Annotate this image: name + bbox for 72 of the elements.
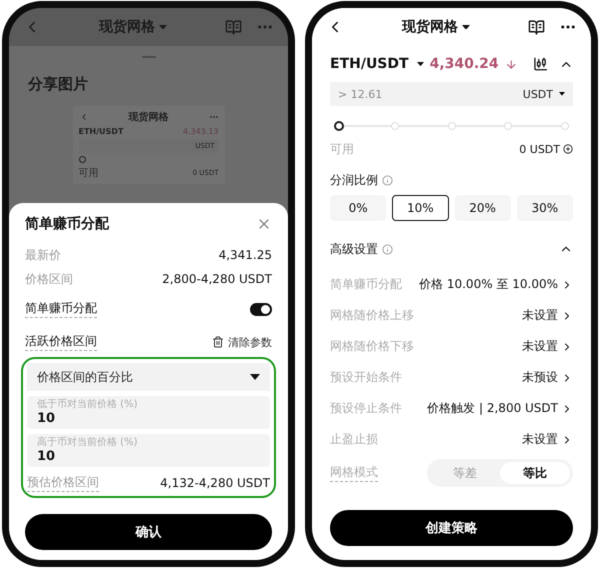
price-text: 4,340.24 <box>430 56 499 72</box>
setting-label: 止盈止损 <box>330 431 378 448</box>
caret-icon <box>462 24 470 30</box>
candlestick-icon[interactable] <box>533 56 549 72</box>
sheet-handle[interactable] <box>142 56 156 58</box>
percent-field[interactable]: 低于币对当前价格 (%) 10 <box>27 396 270 429</box>
setting-label: 网格模式 <box>330 464 378 482</box>
amount-field[interactable]: > 12.61 USDT <box>330 82 573 106</box>
preview-title: 现货网格 <box>128 110 168 124</box>
estimate-value: 4,132-4,280 USDT <box>160 476 270 490</box>
page-title[interactable]: 现货网格 <box>402 18 458 36</box>
ratio-option[interactable]: 20% <box>454 195 511 221</box>
mode-option[interactable]: 等比 <box>500 462 570 484</box>
setting-value[interactable]: 价格触发 | 2,800 USDT <box>427 400 573 417</box>
info-label: 最新价 <box>25 246 61 264</box>
info-value: 2,800-4,280 USDT <box>162 272 272 286</box>
setting-label: 简单赚币分配 <box>330 276 402 293</box>
setting-value[interactable]: 未设置 <box>522 307 573 324</box>
estimate-label: 预估价格区间 <box>27 474 99 492</box>
preview-price: 4,343.13 <box>182 127 218 136</box>
setting-value[interactable]: 价格 10.00% 至 10.00% <box>419 276 573 293</box>
toggle-label: 简单赚币分配 <box>25 300 97 318</box>
percent-field[interactable]: 高于币对当前价格 (%) 10 <box>27 434 270 467</box>
info-value: 4,341.25 <box>218 248 272 262</box>
field-label: 低于币对当前价格 (%) <box>37 399 138 411</box>
trash-icon <box>212 336 224 348</box>
info-icon[interactable] <box>382 174 393 186</box>
section-title: 高级设置 <box>330 240 378 258</box>
caret-icon <box>159 24 167 30</box>
ratio-option[interactable]: 0% <box>330 195 386 221</box>
ratio-option[interactable]: 30% <box>516 195 573 221</box>
slider-stop[interactable] <box>561 122 569 130</box>
clear-button[interactable]: 清除参数 <box>212 334 272 350</box>
down-arrow-icon <box>504 58 518 70</box>
amount-input[interactable]: > 12.61 <box>338 88 517 100</box>
modal-title: 简单赚币分配 <box>25 215 109 233</box>
slider-stop[interactable] <box>448 122 456 130</box>
create-button[interactable]: 创建策略 <box>330 510 573 546</box>
sheet-title: 分享图片 <box>28 75 88 94</box>
section-title: 分润比例 <box>330 172 378 188</box>
setting-value[interactable]: 未预设 <box>522 369 573 386</box>
ratio-option[interactable]: 10% <box>392 195 448 221</box>
slider-thumb[interactable] <box>334 121 344 131</box>
caret-icon <box>250 374 260 380</box>
caret-icon <box>559 92 565 96</box>
preview-slider-thumb <box>78 156 86 163</box>
setting-value[interactable]: 未设置 <box>522 431 573 448</box>
plus-circle-icon[interactable] <box>563 144 573 154</box>
preview-label: 可用 <box>78 167 98 180</box>
field-value: 10 <box>37 449 56 464</box>
info-label: 价格区间 <box>25 270 73 288</box>
setting-label: 网格随价格下移 <box>330 338 414 355</box>
available-value: 0 USDT <box>519 142 573 156</box>
section-label: 活跃价格区间 <box>25 333 97 351</box>
slider-stop[interactable] <box>504 122 512 130</box>
field-label: 高于币对当前价格 (%) <box>37 437 138 449</box>
toggle-switch[interactable] <box>250 302 272 316</box>
unit-text[interactable]: USDT <box>522 88 553 100</box>
setting-label: 预设开始条件 <box>330 369 402 386</box>
pair-selector[interactable]: ETH/USDT <box>330 56 424 72</box>
range-dropdown[interactable]: 价格区间的百分比 <box>27 363 270 391</box>
preview-pair: ETH/USDT <box>78 127 124 136</box>
slider-stop[interactable] <box>390 122 399 130</box>
field-value: 10 <box>37 411 56 426</box>
available-label: 可用 <box>330 140 354 158</box>
setting-label: 网格随价格上移 <box>330 307 414 324</box>
setting-label: 预设停止条件 <box>330 400 402 417</box>
confirm-button[interactable]: 确认 <box>25 514 272 550</box>
setting-value[interactable]: 未设置 <box>522 338 573 355</box>
info-icon[interactable] <box>382 244 393 254</box>
book-icon[interactable] <box>528 18 545 36</box>
caret-icon <box>416 62 424 66</box>
